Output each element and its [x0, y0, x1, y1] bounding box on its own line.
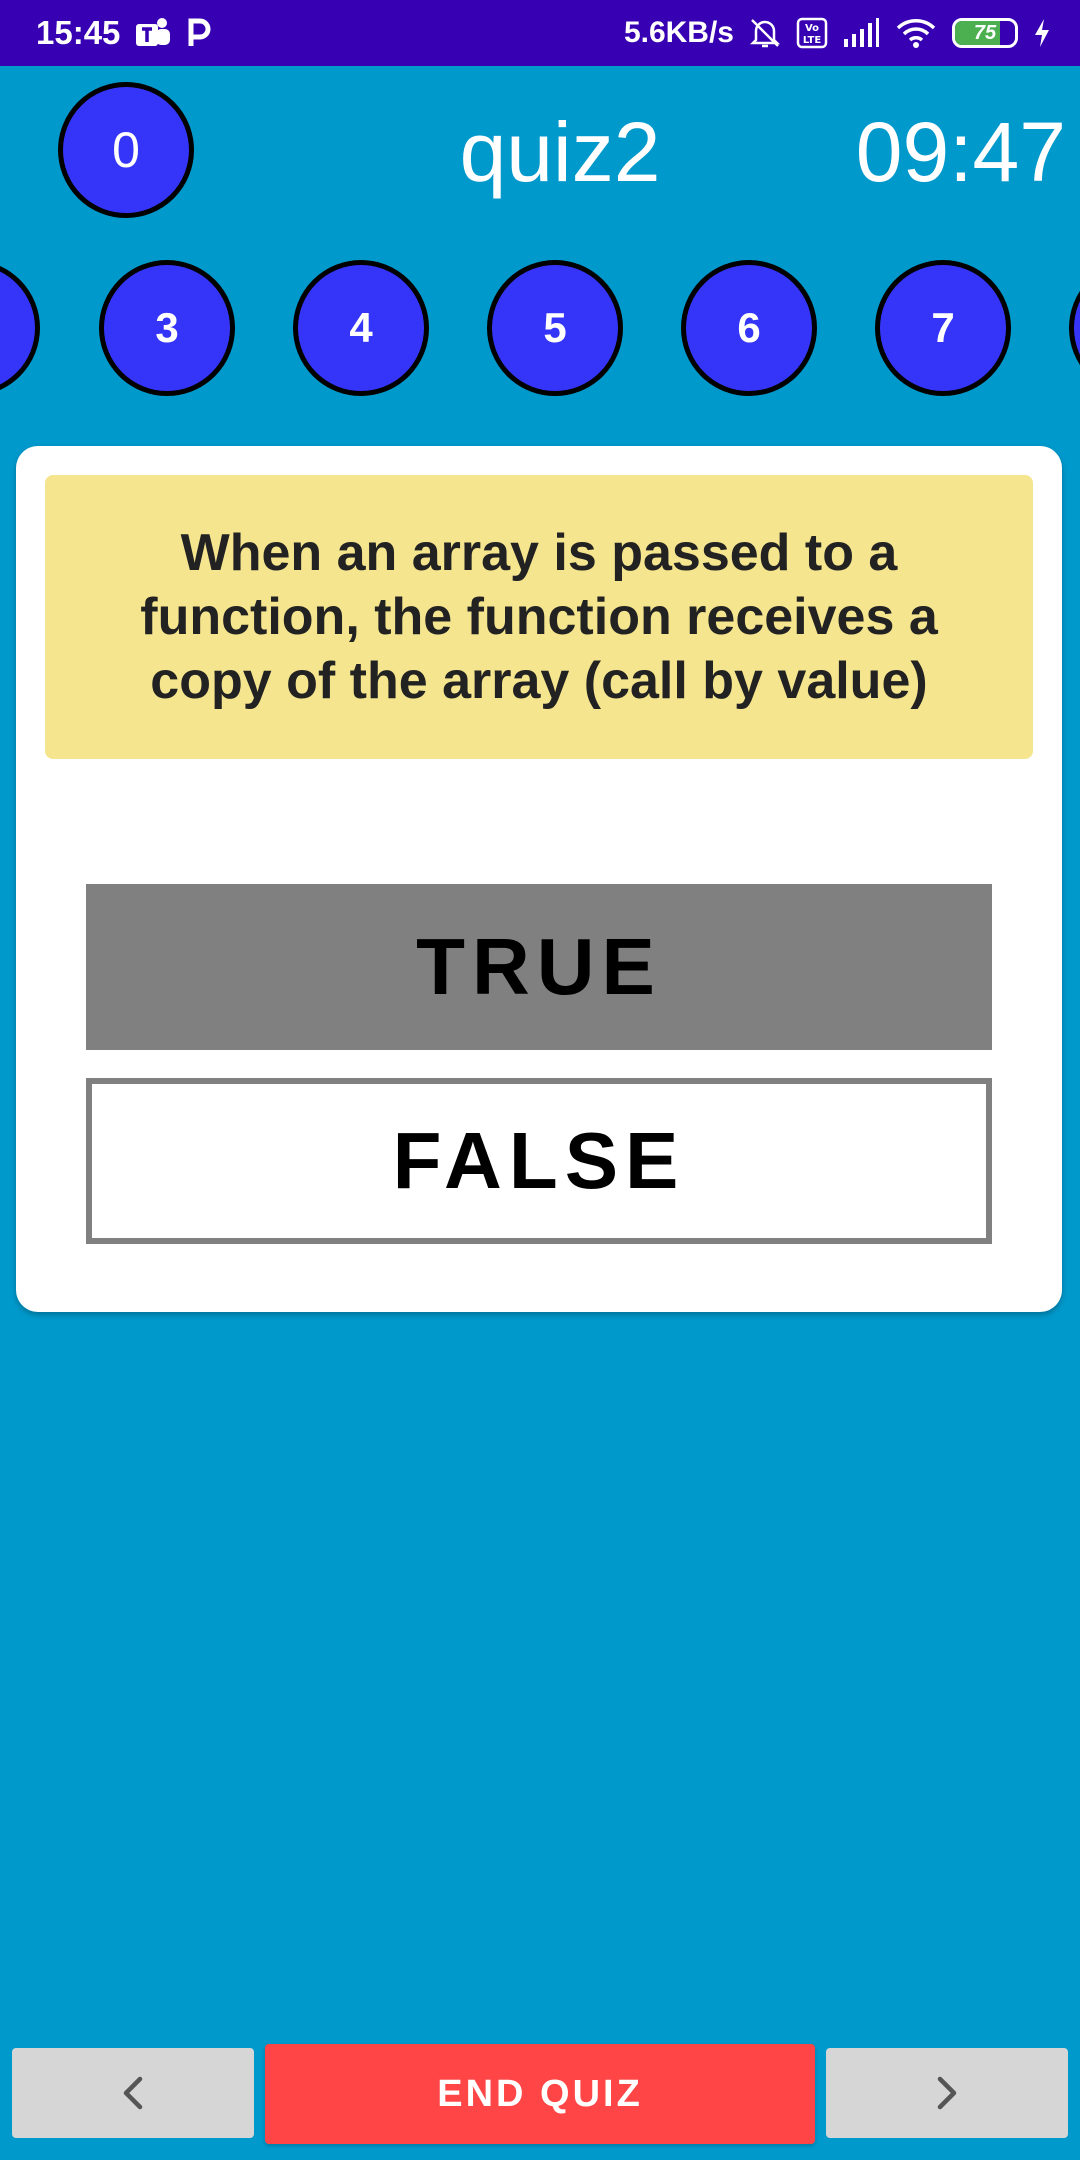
status-time: 15:45 [36, 14, 121, 51]
question-nav-item[interactable]: 5 [487, 260, 623, 396]
question-nav-number: 7 [931, 304, 955, 351]
question-navigator[interactable]: 2 3 4 5 6 7 8 [0, 258, 1080, 398]
answer-true-button[interactable]: TRUE [86, 884, 992, 1050]
question-nav-item[interactable]: 6 [681, 260, 817, 396]
chevron-left-icon [118, 2073, 148, 2113]
end-quiz-button[interactable]: END QUIZ [265, 2044, 815, 2144]
question-card: When an array is passed to a function, t… [16, 446, 1062, 1312]
previous-question-button[interactable] [12, 2048, 254, 2138]
answer-false-button[interactable]: FALSE [86, 1078, 992, 1244]
wifi-icon [894, 16, 938, 50]
svg-text:LTE: LTE [803, 35, 822, 46]
mute-icon [748, 16, 782, 50]
parking-icon [186, 16, 212, 50]
question-nav-item[interactable]: 4 [293, 260, 429, 396]
network-speed: 5.6KB/s [623, 16, 734, 49]
answer-true-label: TRUE [416, 922, 662, 1011]
teams-icon [134, 16, 172, 50]
quiz-title: quiz2 [459, 105, 661, 199]
quiz-timer: 09:47 [855, 105, 1066, 199]
chevron-right-icon [932, 2073, 962, 2113]
question-nav-number: 4 [349, 304, 373, 351]
volte-icon: Vo LTE [796, 16, 828, 50]
next-question-button[interactable] [826, 2048, 1068, 2138]
question-nav-item[interactable]: 8 [1069, 260, 1080, 396]
question-text: When an array is passed to a function, t… [45, 475, 1033, 759]
status-left: 15:45 [36, 14, 212, 52]
battery-level: 75 [973, 21, 997, 44]
status-right: 5.6KB/s Vo LTE 75 [624, 16, 1052, 50]
score-circle: 0 [58, 82, 194, 218]
svg-text:Vo: Vo [805, 23, 819, 34]
status-bar: 15:45 5.6KB/s Vo LTE 75 [0, 0, 1080, 66]
question-nav-item[interactable]: 7 [875, 260, 1011, 396]
question-nav-item[interactable]: 2 [0, 260, 40, 396]
question-nav-number: 3 [155, 304, 179, 351]
question-nav-number: 5 [543, 304, 567, 351]
end-quiz-label: END QUIZ [437, 2072, 643, 2115]
answer-false-label: FALSE [392, 1116, 686, 1205]
charging-icon [1032, 17, 1052, 49]
question-nav-number: 6 [737, 304, 761, 351]
signal-icon [842, 17, 880, 49]
battery-icon: 75 [952, 18, 1018, 48]
question-nav-item[interactable]: 3 [99, 260, 235, 396]
score-value: 0 [112, 122, 140, 178]
